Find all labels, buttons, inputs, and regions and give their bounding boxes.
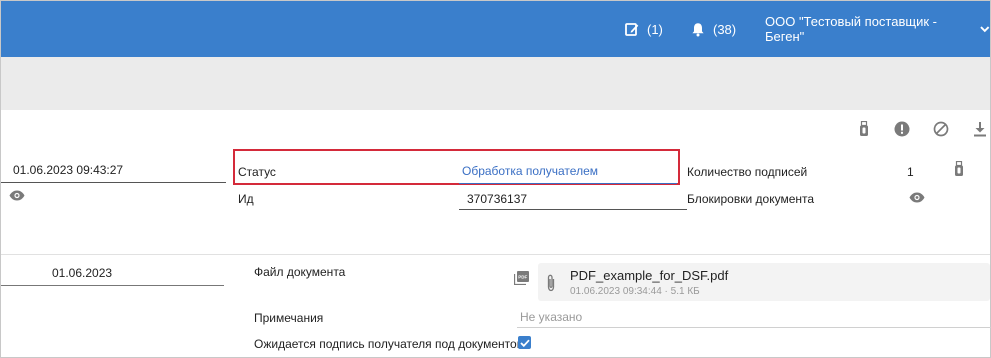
- file-meta: 01.06.2023 09:34:44 · 5.1 КБ: [570, 286, 700, 297]
- file-card[interactable]: PDF_example_for_DSF.pdf 01.06.2023 09:34…: [538, 263, 990, 301]
- id-label: Ид: [238, 192, 254, 206]
- view-blocks-button[interactable]: [909, 192, 925, 206]
- notes-field[interactable]: Не указано: [517, 307, 991, 328]
- organization-name: ООО "Тестовый поставщик - Беген": [765, 14, 937, 44]
- notes-placeholder: Не указано: [520, 310, 583, 324]
- documents-count: (1): [647, 21, 663, 37]
- eye-icon: [9, 190, 25, 201]
- sub-header-bar: [1, 57, 990, 110]
- edit-document-icon: [625, 23, 639, 36]
- notifications-count: (38): [713, 21, 737, 37]
- signatures-label: Количество подписей: [687, 165, 808, 179]
- bell-icon: [692, 22, 704, 36]
- signature-expected-checkbox[interactable]: [518, 336, 531, 349]
- pdf-preview-button[interactable]: PDF: [513, 271, 529, 288]
- signatures-token-button[interactable]: [954, 160, 964, 180]
- top-header: (1) (38) ООО "Тестовый поставщик - Беген…: [1, 1, 990, 57]
- file-name: PDF_example_for_DSF.pdf: [570, 268, 729, 283]
- documents-indicator[interactable]: (1): [625, 1, 663, 57]
- document-datetime-value: 01.06.2023 09:43:27: [13, 163, 124, 177]
- download-icon: [974, 122, 986, 137]
- checkmark-icon: [519, 339, 530, 347]
- paperclip-icon: [547, 274, 555, 292]
- notes-label: Примечания: [254, 311, 324, 325]
- chevron-down-icon: [980, 25, 990, 32]
- document-datetime: 01.06.2023 09:43:27: [1, 163, 226, 183]
- id-value: 370736137: [467, 192, 528, 206]
- sign-token-button[interactable]: [856, 121, 872, 137]
- usb-token-icon: [955, 160, 963, 176]
- usb-token-icon: [860, 121, 868, 136]
- section-divider: [1, 254, 990, 255]
- pdf-icon: PDF: [513, 271, 529, 286]
- blocks-label: Блокировки документа: [687, 192, 815, 206]
- warning-button[interactable]: [894, 121, 910, 137]
- status-label: Статус: [238, 165, 276, 179]
- organization-selector[interactable]: ООО "Тестовый поставщик - Беген": [765, 1, 990, 57]
- reject-button[interactable]: [933, 121, 949, 137]
- block-icon: [933, 121, 949, 137]
- eye-icon: [909, 192, 925, 203]
- file-label: Файл документа: [254, 265, 346, 279]
- signature-expected-label: Ожидается подпись получателя под докумен…: [254, 337, 525, 351]
- signatures-count: 1: [907, 165, 914, 179]
- view-document-button[interactable]: [9, 190, 25, 204]
- status-value[interactable]: Обработка получателем: [459, 164, 677, 184]
- download-button[interactable]: [972, 121, 988, 137]
- svg-text:PDF: PDF: [518, 275, 527, 280]
- details-date-value: 01.06.2023: [52, 266, 113, 280]
- details-date: 01.06.2023: [1, 266, 224, 286]
- notifications-indicator[interactable]: (38): [691, 1, 736, 57]
- id-field: 370736137: [459, 189, 687, 210]
- alert-icon: [894, 121, 910, 137]
